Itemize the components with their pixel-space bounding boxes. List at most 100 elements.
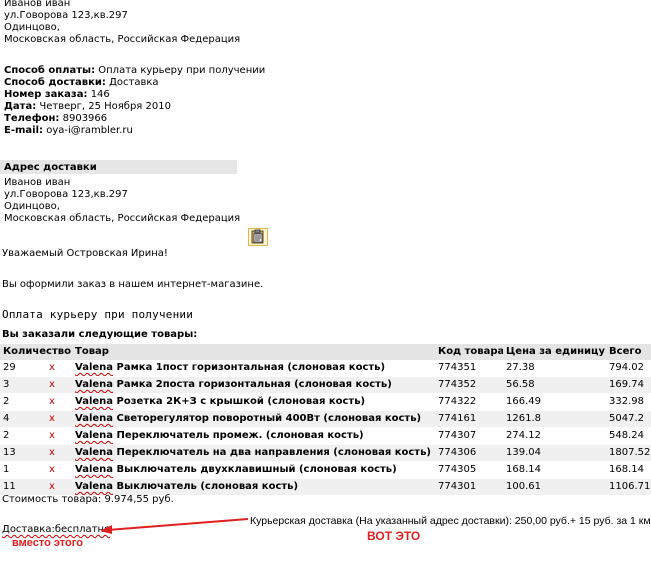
row-code: 774301	[435, 478, 504, 496]
row-price: 1261.8	[503, 410, 607, 428]
remove-mark[interactable]: x	[46, 461, 73, 479]
row-product: Valena Выключатель (слоновая кость)	[72, 478, 436, 496]
product-name: Выключатель двухклавишный (слоновая кост…	[116, 464, 397, 475]
row-product: Valena Переключатель промеж. (слоновая к…	[72, 427, 436, 445]
delivery-right-text: Курьерская доставка (На указанный адрес …	[250, 515, 651, 527]
col-header-total: Всего	[606, 344, 651, 360]
table-row: 4 x Valena Светорегулятор поворотный 400Вт…	[0, 410, 651, 428]
annotation-instead: вместо этого	[12, 537, 83, 549]
row-qty: 1	[0, 461, 46, 479]
product-brand: Valena	[75, 379, 114, 390]
table-row: 2 x Valena Розетка 2К+З с крышкой (слонова…	[0, 393, 651, 411]
product-brand: Valena	[75, 481, 114, 492]
product-name: Переключатель на два направления (слонов…	[116, 447, 431, 458]
payment-mono-line: Оплата курьеру при получении	[2, 308, 194, 321]
row-total: 1106.71	[606, 478, 651, 496]
row-qty: 2	[0, 393, 46, 411]
row-qty: 4	[0, 410, 46, 428]
col-header-qty: Количество	[0, 344, 73, 360]
product-brand: Valena	[75, 464, 114, 475]
row-qty: 3	[0, 376, 46, 394]
remove-mark[interactable]: x	[46, 376, 73, 394]
row-code: 774305	[435, 461, 504, 479]
table-header-row: Количество Товар Код товара Цена за един…	[0, 344, 651, 360]
row-qty: 2	[0, 427, 46, 445]
row-code: 774322	[435, 393, 504, 411]
top-address-region: Московская область, Российская Федерация	[4, 34, 241, 45]
product-name: Выключатель (слоновая кость)	[116, 481, 299, 492]
annotation-arrow	[100, 518, 249, 534]
row-total: 794.02	[606, 360, 651, 377]
table-row: 29 x Valena Рамка 1пост горизонтальная (сл…	[0, 360, 651, 377]
delivery-address-header: Адрес доставки	[4, 162, 97, 173]
table-row: 13 x Valena Переключатель на два направлен…	[0, 444, 651, 462]
row-total: 168.14	[606, 461, 651, 479]
cost-line: Стоимость товара: 9.974,55 руб.	[2, 494, 174, 505]
email: E-mail: oya-i@rambler.ru	[4, 125, 133, 136]
row-price: 27.38	[503, 360, 607, 377]
clipboard-icon[interactable]	[248, 228, 268, 246]
phone: Телефон: 8903966	[4, 113, 108, 124]
col-header-product: Товар	[72, 344, 436, 360]
remove-mark[interactable]: x	[46, 478, 73, 496]
top-address-street: ул.Говорова 123,кв.297	[4, 10, 128, 21]
row-total: 332.98	[606, 393, 651, 411]
top-address-city: Одинцово,	[4, 22, 60, 33]
table-row: 11 x Valena Выключатель (слоновая кость) 77…	[0, 478, 651, 496]
row-total: 169.74	[606, 376, 651, 394]
row-product: Valena Рамка 2поста горизонтальная (слон…	[72, 376, 436, 394]
product-name: Розетка 2К+З с крышкой (слоновая кость)	[116, 396, 366, 407]
row-code: 774351	[435, 360, 504, 377]
intro-text: Вы оформили заказ в нашем интернет-магаз…	[2, 279, 264, 290]
row-price: 274.12	[503, 427, 607, 445]
remove-mark[interactable]: x	[46, 427, 73, 445]
table-row: 1 x Valena Выключатель двухклавишный (слон…	[0, 461, 651, 479]
col-header-code: Код товара	[435, 344, 504, 360]
col-header-price: Цена за единицу	[503, 344, 607, 360]
order-date: Дата: Четверг, 25 Ноября 2010	[4, 101, 171, 112]
row-total: 1807.52	[606, 444, 651, 462]
delivery-address-name: Иванов иван	[4, 177, 71, 188]
ordered-heading: Вы заказали следующие товары:	[2, 329, 198, 340]
table-row: 2 x Valena Переключатель промеж. (слоновая…	[0, 427, 651, 445]
payment-method: Способ оплаты: Оплата курьеру при получе…	[4, 65, 266, 76]
remove-mark[interactable]: x	[46, 360, 73, 377]
row-product: Valena Переключатель на два направления …	[72, 444, 436, 462]
row-price: 56.58	[503, 376, 607, 394]
delivery-address-city: Одинцово,	[4, 201, 60, 212]
remove-mark[interactable]: x	[46, 410, 73, 428]
row-price: 139.04	[503, 444, 607, 462]
row-code: 774306	[435, 444, 504, 462]
product-name: Светорегулятор поворотный 400Вт (слонова…	[116, 413, 422, 424]
row-qty: 29	[0, 360, 46, 377]
product-name: Рамка 2поста горизонтальная (слоновая ко…	[116, 379, 392, 390]
row-price: 166.49	[503, 393, 607, 411]
order-number: Номер заказа: 146	[4, 89, 110, 100]
row-price: 100.61	[503, 478, 607, 496]
greeting: Уважаемый Островская Ирина!	[2, 248, 168, 259]
row-code: 774307	[435, 427, 504, 445]
row-code: 774352	[435, 376, 504, 394]
row-product: Valena Светорегулятор поворотный 400Вт (…	[72, 410, 436, 428]
remove-mark[interactable]: x	[46, 444, 73, 462]
delivery-address-street: ул.Говорова 123,кв.297	[4, 189, 128, 200]
product-brand: Valena	[75, 413, 114, 424]
remove-mark[interactable]: x	[46, 393, 73, 411]
table-row: 3 x Valena Рамка 2поста горизонтальная (сл…	[0, 376, 651, 394]
row-product: Valena Выключатель двухклавишный (слонов…	[72, 461, 436, 479]
row-total: 5047.2	[606, 410, 651, 428]
top-address-name: Иванов иван	[4, 0, 71, 9]
product-brand: Valena	[75, 447, 114, 458]
annotation-this: ВОТ ЭТО	[367, 529, 421, 543]
row-product: Valena Розетка 2К+З с крышкой (слоновая …	[72, 393, 436, 411]
row-qty: 13	[0, 444, 46, 462]
delivery-method: Способ доставки: Доставка	[4, 77, 159, 88]
product-name: Переключатель промеж. (слоновая кость)	[116, 430, 364, 441]
product-name: Рамка 1пост горизонтальная (слоновая кос…	[116, 362, 386, 373]
product-brand: Valena	[75, 362, 114, 373]
product-brand: Valena	[75, 430, 114, 441]
delivery-address-region: Московская область, Российская Федерация	[4, 213, 241, 224]
row-code: 774161	[435, 410, 504, 428]
row-product: Valena Рамка 1пост горизонтальная (слоно…	[72, 360, 436, 377]
orders-table: Количество Товар Код товара Цена за един…	[0, 344, 651, 496]
